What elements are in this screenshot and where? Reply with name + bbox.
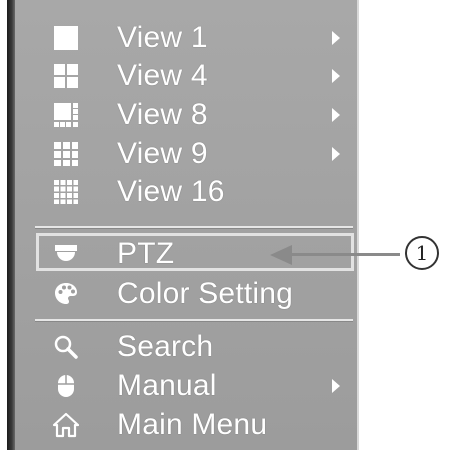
mouse-icon: [53, 373, 79, 399]
context-menu: View 1 View 4 View 8 View 9 View 16 PTZ …: [7, 0, 359, 450]
menu-item-label: View 8: [117, 98, 208, 131]
callout-line: [290, 253, 400, 256]
menu-item-label: View 9: [117, 137, 208, 170]
ptz-highlight-box: [36, 233, 354, 271]
submenu-arrow-icon: [332, 69, 340, 83]
search-icon: [53, 334, 79, 360]
grid-3x3-icon: [53, 141, 79, 167]
single-square-icon: [53, 25, 79, 51]
menu-item-label: Main Menu: [117, 408, 268, 441]
menu-item-label: Search: [117, 330, 214, 363]
callout-number: 1: [405, 236, 439, 270]
palette-icon: [53, 281, 79, 307]
menu-item-label: Color Setting: [117, 277, 294, 310]
grid-8-icon: [53, 102, 79, 128]
submenu-arrow-icon: [332, 147, 340, 161]
menu-divider: [35, 319, 353, 321]
menu-item-label: View 1: [117, 21, 208, 54]
menu-item-view-8[interactable]: View 8: [15, 95, 355, 135]
callout-arrow-icon: [270, 245, 292, 265]
menu-item-main-menu[interactable]: Main Menu: [15, 405, 355, 445]
menu-right-border: [357, 0, 359, 450]
menu-left-edge: [7, 0, 15, 450]
menu-item-manual[interactable]: Manual: [15, 366, 355, 406]
menu-divider: [35, 226, 353, 228]
menu-item-view-16[interactable]: View 16: [15, 172, 355, 212]
menu-item-view-1[interactable]: View 1: [15, 18, 355, 58]
menu-item-search[interactable]: Search: [15, 327, 355, 367]
menu-item-label: Manual: [117, 369, 217, 402]
grid-4x4-icon: [53, 179, 79, 205]
submenu-arrow-icon: [332, 379, 340, 393]
home-icon: [53, 412, 79, 438]
menu-item-label: View 4: [117, 59, 208, 92]
menu-item-color-setting[interactable]: Color Setting: [15, 274, 355, 314]
menu-item-view-4[interactable]: View 4: [15, 56, 355, 96]
grid-2x2-icon: [53, 63, 79, 89]
menu-item-label: View 16: [117, 175, 225, 208]
callout-number-text: 1: [415, 241, 429, 265]
menu-item-view-9[interactable]: View 9: [15, 134, 355, 174]
submenu-arrow-icon: [332, 108, 340, 122]
submenu-arrow-icon: [332, 31, 340, 45]
